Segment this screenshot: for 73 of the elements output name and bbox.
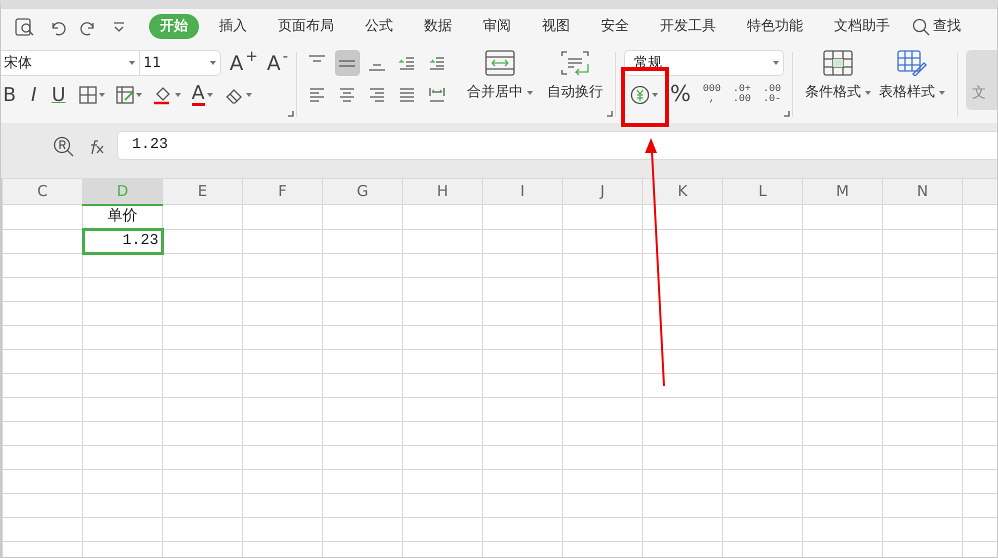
ribbon-tab[interactable]: 审阅 (472, 14, 522, 39)
ribbon-tab[interactable]: 公式 (354, 14, 404, 39)
column-header[interactable]: F (242, 178, 322, 204)
ribbon-tab[interactable]: 视图 (531, 14, 581, 39)
conditional-format-button[interactable]: 条件格式 (801, 50, 875, 123)
ribbon-tab[interactable]: 特色功能 (736, 14, 814, 39)
caret-icon (246, 93, 252, 97)
italic-button[interactable]: I (29, 82, 39, 108)
underline-button[interactable]: U (50, 82, 68, 108)
ribbon-tab[interactable]: 安全 (590, 14, 640, 39)
ribbon-tab[interactable]: 开发工具 (649, 14, 727, 39)
bold-button[interactable]: B (1, 82, 18, 108)
table-style-button[interactable]: 表格样式 (875, 50, 949, 123)
font-name-field[interactable]: 宋体 (1, 50, 140, 76)
ribbon-tab[interactable]: 文档助手 (823, 14, 901, 39)
middle-align-icon (338, 60, 356, 66)
caret-icon (773, 61, 779, 65)
formula-field[interactable]: 1.23 (117, 131, 997, 160)
search-button[interactable]: 查找 (910, 14, 972, 39)
ribbon-tab[interactable]: 页面布局 (267, 14, 345, 39)
font-size-field[interactable]: 11 (140, 50, 221, 76)
column-header[interactable]: H (402, 178, 482, 204)
table-edit-icon (116, 86, 134, 104)
dialog-launcher-icon (784, 110, 790, 117)
shrink-font-button[interactable]: A$^{-}$ (266, 50, 288, 76)
zoom-icon (53, 136, 75, 158)
borders-icon (78, 86, 97, 104)
caret-icon (652, 93, 658, 97)
top-align-icon (308, 55, 326, 62)
conditional-format-icon (823, 50, 853, 76)
ribbon-tab[interactable]: 插入 (208, 14, 258, 39)
yen-icon (630, 85, 650, 105)
column-header[interactable]: J (562, 178, 642, 204)
merge-center-button[interactable]: 合并居中 (463, 50, 537, 123)
distributed-icon (428, 86, 446, 104)
increase-decimal-button[interactable]: .0+ .00 (726, 82, 757, 108)
caret-icon (98, 93, 105, 97)
caret-icon (210, 61, 216, 65)
ribbon-tab[interactable]: 数据 (413, 14, 463, 39)
dialog-launcher-icon (607, 110, 613, 117)
column-header[interactable]: G (322, 178, 402, 204)
caret-icon (129, 61, 136, 65)
column-header[interactable]: M (802, 178, 882, 204)
decrease-decimal-button[interactable]: .00 .0- (756, 82, 787, 108)
thousands-separator-button[interactable]: 000 , (696, 82, 727, 108)
search-icon (912, 18, 930, 36)
caret-icon (206, 93, 213, 97)
font-color-button[interactable]: A (192, 82, 213, 108)
wrap-text-icon (560, 50, 590, 76)
align-left-icon (308, 86, 326, 104)
column-header[interactable]: L (722, 178, 802, 204)
column-header[interactable]: E (162, 178, 242, 204)
caret-icon (136, 93, 142, 97)
column-header[interactable]: K (642, 178, 722, 204)
wrap-text-button[interactable]: 自动换行 (543, 50, 607, 123)
column-header[interactable]: N (882, 178, 962, 204)
highlight-box (621, 67, 669, 127)
percent-button[interactable]: % (664, 82, 697, 108)
column-header[interactable]: I (482, 178, 562, 204)
middle-align-button[interactable] (334, 50, 360, 76)
caret-icon (174, 93, 181, 97)
print-preview-icon (14, 16, 34, 36)
justify-icon (398, 86, 416, 104)
align-right-icon (368, 86, 386, 104)
grow-font-button[interactable]: A$^{+}$ (230, 50, 258, 76)
align-center-icon (338, 86, 356, 104)
bottom-align-icon (368, 64, 386, 71)
column-header[interactable]: C (2, 178, 82, 204)
customize-icon (112, 20, 126, 34)
table-cell[interactable]: 1.23 (82, 229, 162, 254)
merge-cells-icon (485, 50, 515, 76)
table-style-icon (897, 50, 927, 76)
dialog-launcher-icon (288, 110, 294, 117)
